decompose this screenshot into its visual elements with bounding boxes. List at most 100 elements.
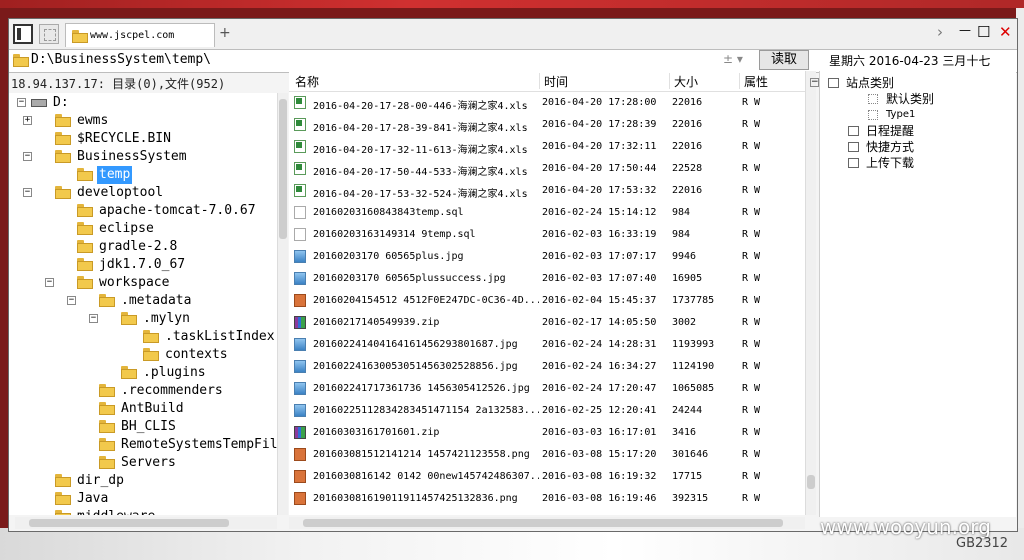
col-divider[interactable] xyxy=(739,73,740,89)
list-hscroll-thumb[interactable] xyxy=(303,519,783,527)
file-row[interactable]: 201603081512141214 1457421123558.png 2016… xyxy=(289,444,809,466)
file-row[interactable]: 20160203160843843temp.sql 2016-02-24 15:1… xyxy=(289,202,809,224)
collapse-icon[interactable]: − xyxy=(67,296,76,305)
forward-button[interactable]: › xyxy=(937,23,943,41)
tree-item[interactable]: + ewms xyxy=(9,112,277,130)
tree-item[interactable]: Servers xyxy=(9,454,277,472)
file-row[interactable]: 20160203170 60565plussuccess.jpg 2016-02-… xyxy=(289,268,809,290)
col-time-header[interactable]: 时间 xyxy=(544,73,568,90)
collapse-icon[interactable]: − xyxy=(23,188,32,197)
tree-item[interactable]: − BusinessSystem xyxy=(9,148,277,166)
close-button[interactable]: ✕ xyxy=(999,23,1012,41)
file-size: 1065085 xyxy=(672,383,715,394)
panel-toggle-icon[interactable] xyxy=(13,24,33,44)
maximize-button[interactable]: ☐ xyxy=(977,23,990,41)
tree-item-label: RemoteSystemsTempFil xyxy=(121,437,277,452)
drive-icon xyxy=(31,99,47,107)
file-size: 3002 xyxy=(672,317,697,328)
file-time: 2016-02-25 12:20:41 xyxy=(542,405,657,416)
collapse-icon[interactable]: − xyxy=(17,98,26,107)
file-row[interactable]: 20160225112834283451471154 2a132583... 20… xyxy=(289,400,809,422)
collapse-icon[interactable]: − xyxy=(89,314,98,323)
new-tab-button[interactable]: + xyxy=(219,25,231,41)
path-dropdown[interactable]: ± ▾ xyxy=(723,52,743,66)
panel-icon xyxy=(848,142,859,152)
tree-item[interactable]: .taskListIndex xyxy=(9,328,277,346)
png-file-icon xyxy=(294,294,306,307)
file-row[interactable]: 201603081619011911457425132836.png 2016-0… xyxy=(289,488,809,510)
folder-icon xyxy=(99,384,115,397)
tab-site[interactable]: www.jscpel.com xyxy=(65,23,215,47)
tree-item-label: .mylyn xyxy=(143,311,190,326)
folder-icon xyxy=(77,222,93,235)
folder-icon xyxy=(99,294,115,307)
file-row[interactable]: 20160217140549939.zip 2016-02-17 14:05:50… xyxy=(289,312,809,334)
tree-item[interactable]: gradle-2.8 xyxy=(9,238,277,256)
tree-item-label: BusinessSystem xyxy=(77,149,187,164)
col-divider[interactable] xyxy=(539,73,540,89)
col-name-header[interactable]: 名称 xyxy=(295,73,319,90)
tree-item[interactable]: apache-tomcat-7.0.67 xyxy=(9,202,277,220)
file-row[interactable]: 201602241717361736 1456305412526.jpg 2016… xyxy=(289,378,809,400)
file-time: 2016-02-03 17:07:17 xyxy=(542,251,657,262)
tree-item[interactable]: jdk1.7.0_67 xyxy=(9,256,277,274)
tree-item[interactable]: Java xyxy=(9,490,277,508)
file-row[interactable]: 2016030816142 0142 00new145742486307... 2… xyxy=(289,466,809,488)
col-attr-header[interactable]: 属性 xyxy=(744,73,768,90)
tree-item[interactable]: − .mylyn xyxy=(9,310,277,328)
tree-item[interactable]: contexts xyxy=(9,346,277,364)
tree-item[interactable]: BH_CLIS xyxy=(9,418,277,436)
file-row[interactable]: 20160203163149314 9temp.sql 2016-02-03 16… xyxy=(289,224,809,246)
img-file-icon xyxy=(294,272,306,285)
list-horizontal-scrollbar[interactable] xyxy=(289,517,805,529)
collapse-icon[interactable]: − xyxy=(45,278,54,287)
file-list-header: 名称 时间 大小 属性 xyxy=(289,71,809,92)
file-size: 3416 xyxy=(672,427,697,438)
tree-item-label: middleware xyxy=(75,508,157,515)
minimize-button[interactable]: — xyxy=(959,23,971,37)
file-row[interactable]: 20160303161701601.zip 2016-03-03 16:17:01… xyxy=(289,422,809,444)
tree-scroll-thumb[interactable] xyxy=(279,99,287,239)
file-attr: R W xyxy=(742,185,761,196)
tree-item[interactable]: RemoteSystemsTempFil xyxy=(9,436,277,454)
col-size-header[interactable]: 大小 xyxy=(674,73,698,90)
read-button[interactable]: 读取 xyxy=(759,50,809,70)
tree-item[interactable]: $RECYCLE.BIN xyxy=(9,130,277,148)
page-icon[interactable] xyxy=(39,24,59,44)
tree-item[interactable]: eclipse xyxy=(9,220,277,238)
tree-item[interactable]: .recommenders xyxy=(9,382,277,400)
file-row[interactable]: 201602241404164161456293801687.jpg 2016-0… xyxy=(289,334,809,356)
file-row[interactable]: 20160204154512 4512F0E247DC-0C36-4D... 20… xyxy=(289,290,809,312)
expand-icon[interactable]: + xyxy=(23,116,32,125)
file-row[interactable]: 20160203170 60565plus.jpg 2016-02-03 17:0… xyxy=(289,246,809,268)
file-row[interactable]: 2016-04-20-17-50-44-533-海澜之家4.xls 2016-04… xyxy=(289,158,809,180)
tree-item[interactable]: − .metadata xyxy=(9,292,277,310)
tree-vertical-scrollbar[interactable] xyxy=(277,93,288,515)
file-attr: R W xyxy=(742,295,761,306)
tree-item[interactable]: temp xyxy=(9,166,277,184)
tree-item[interactable]: − D: xyxy=(9,94,277,112)
tree-item[interactable]: − developtool xyxy=(9,184,277,202)
png-file-icon xyxy=(294,448,306,461)
tree-hscroll-thumb[interactable] xyxy=(29,519,229,527)
file-row[interactable]: 2016-04-20-17-53-32-524-海澜之家4.xls 2016-04… xyxy=(289,180,809,202)
tree-item[interactable]: AntBuild xyxy=(9,400,277,418)
tree-horizontal-scrollbar[interactable] xyxy=(15,517,277,529)
folder-icon xyxy=(143,330,159,343)
tree-item[interactable]: dir_dp xyxy=(9,472,277,490)
list-scroll-thumb[interactable] xyxy=(807,475,815,489)
list-vertical-scrollbar[interactable] xyxy=(805,71,816,515)
path-input[interactable]: D:\BusinessSystem\temp\ xyxy=(31,52,211,67)
tree-item[interactable]: − workspace xyxy=(9,274,277,292)
file-size: 22016 xyxy=(672,141,703,152)
file-row[interactable]: 2016-04-20-17-28-39-841-海澜之家4.xls 2016-04… xyxy=(289,114,809,136)
file-row[interactable]: 2016-04-20-17-32-11-613-海澜之家4.xls 2016-04… xyxy=(289,136,809,158)
collapse-icon[interactable]: − xyxy=(810,78,819,87)
collapse-icon[interactable]: − xyxy=(23,152,32,161)
col-divider[interactable] xyxy=(669,73,670,89)
img-file-icon xyxy=(294,360,306,373)
file-row[interactable]: 201602241630053051456302528856.jpg 2016-0… xyxy=(289,356,809,378)
tree-item[interactable]: .plugins xyxy=(9,364,277,382)
file-row[interactable]: 2016-04-20-17-28-00-446-海澜之家4.xls 2016-04… xyxy=(289,92,809,114)
tree-item[interactable]: middleware xyxy=(9,508,277,515)
